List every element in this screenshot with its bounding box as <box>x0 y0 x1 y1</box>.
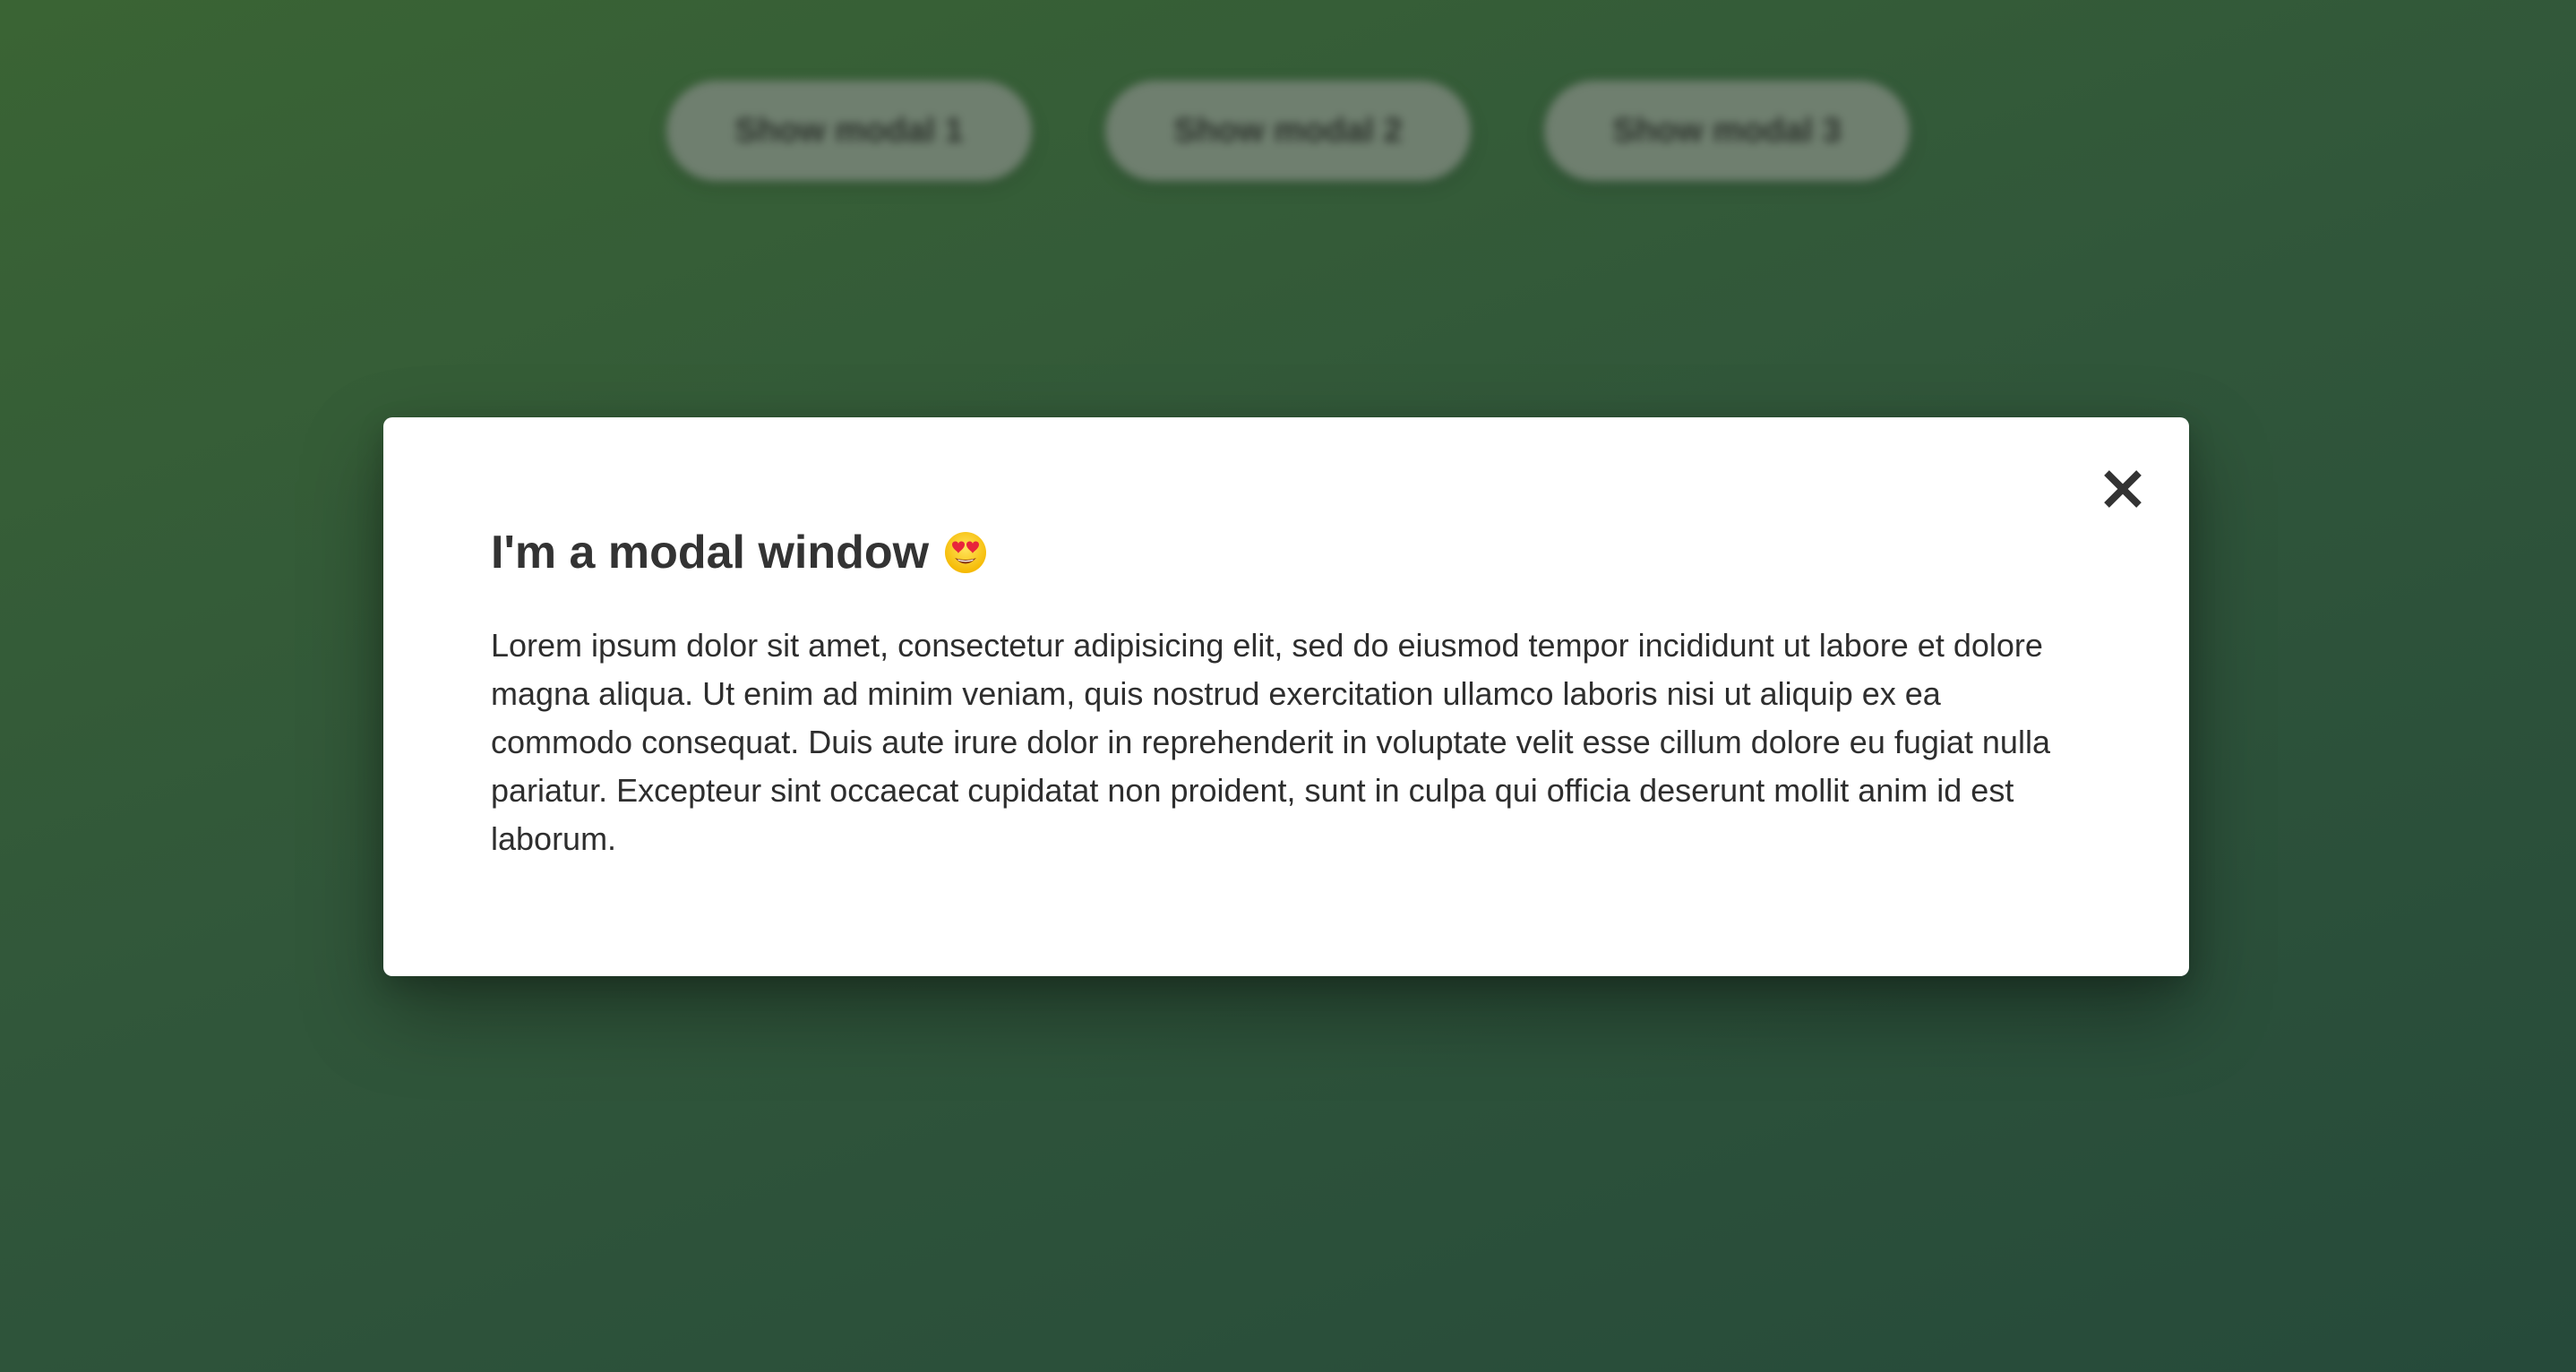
modal-window: I'm a modal window Lorem ipsum dolor sit… <box>383 417 2189 976</box>
close-icon <box>2104 470 2142 508</box>
close-modal-button[interactable] <box>2094 460 2151 518</box>
show-modal-3-button[interactable]: Show modal 3 <box>1544 81 1910 181</box>
heart-eyes-emoji-icon <box>945 532 987 574</box>
show-modal-1-button[interactable]: Show modal 1 <box>666 81 1032 181</box>
show-modal-2-button[interactable]: Show modal 2 <box>1105 81 1471 181</box>
modal-body-text: Lorem ipsum dolor sit amet, consectetur … <box>491 627 2050 858</box>
modal-title-text: I'm a modal window <box>491 527 930 579</box>
modal-trigger-buttons: Show modal 1 Show modal 2 Show modal 3 <box>0 81 2576 181</box>
modal-title: I'm a modal window <box>491 525 2082 580</box>
